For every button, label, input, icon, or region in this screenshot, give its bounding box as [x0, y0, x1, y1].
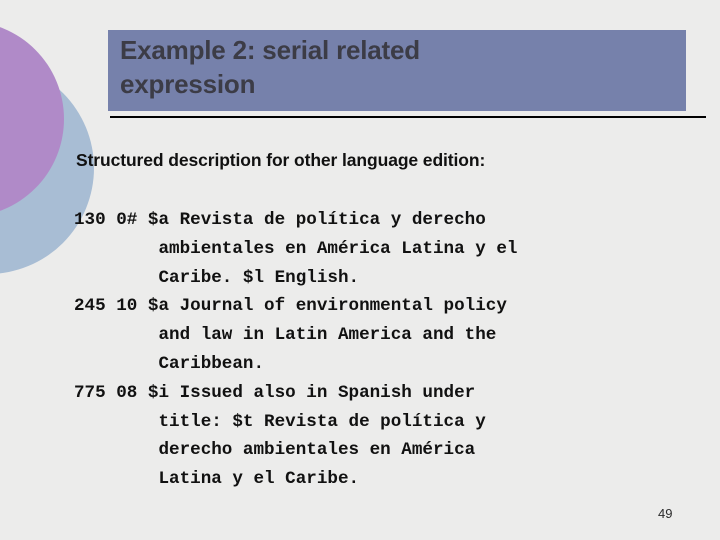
intro-text: Structured description for other languag… [76, 150, 486, 170]
slide-title: Example 2: serial related expression [120, 35, 420, 100]
title-banner: Example 2: serial related expression [108, 30, 686, 111]
slide-canvas: Example 2: serial related expression Str… [0, 0, 720, 540]
title-divider-rule [110, 116, 706, 118]
page-number: 49 [658, 506, 673, 521]
marc-record-block: 130 0# $a Revista de política y derecho … [74, 210, 518, 490]
